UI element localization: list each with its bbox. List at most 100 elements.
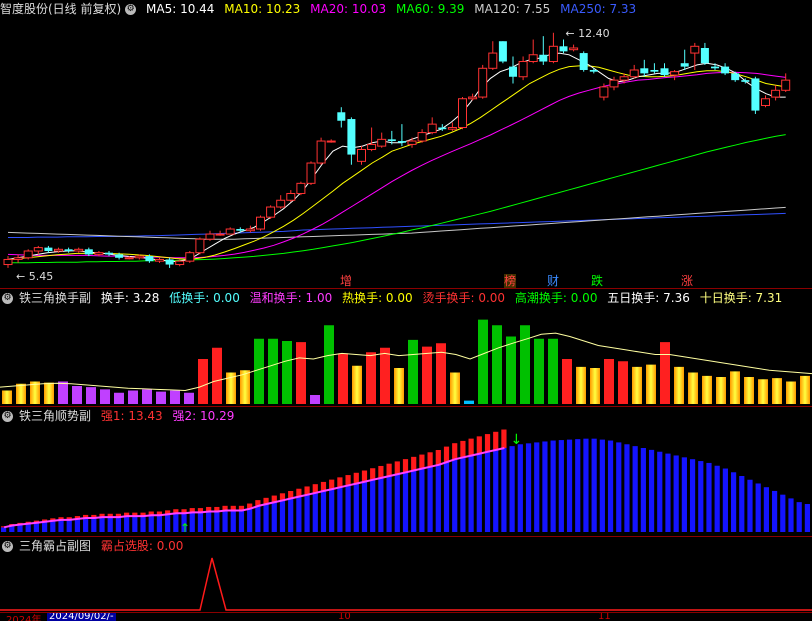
turnover-bar (170, 390, 180, 404)
trend-bar (222, 510, 228, 532)
event-tag-die[interactable]: 跌 (591, 274, 603, 288)
candle-body (539, 54, 548, 62)
candle-body (498, 41, 507, 62)
trend-bar (238, 510, 245, 532)
trend-bar (206, 511, 212, 532)
turnover-bar (520, 325, 530, 404)
gear-icon[interactable]: ⚙ (2, 411, 13, 422)
panel2-title[interactable]: 铁三角顺势副 (19, 409, 91, 423)
climax-turnover-value: 高潮换手: 0.00 (514, 291, 598, 305)
trend-bar (583, 438, 589, 532)
candle-body (700, 47, 709, 64)
turnover-bar (758, 379, 768, 404)
turnover-bar (534, 338, 544, 404)
candle-body (84, 249, 93, 255)
trend-bar (714, 465, 720, 532)
candle-body (468, 96, 478, 100)
ma10-value: MA10: 10.23 (224, 2, 301, 16)
trend-bar (468, 455, 474, 532)
trend-bar (780, 494, 786, 532)
scorching-turnover-value: 烫手换手: 0.00 (422, 291, 506, 305)
turnover-bar (16, 383, 26, 404)
candle-body (155, 258, 164, 262)
trend-bar (771, 490, 778, 532)
gear-icon[interactable]: ⚙ (2, 541, 13, 552)
trend-strong-band (394, 461, 400, 475)
candle-body (488, 52, 498, 69)
trend-bar (698, 461, 704, 532)
trend-bar (58, 519, 64, 532)
trend-strong-band (370, 468, 376, 480)
trend-strong-band (361, 470, 368, 482)
trend-bar (435, 464, 441, 532)
turnover-bar (352, 365, 362, 404)
trend-bar (443, 462, 450, 532)
stock-title[interactable]: 智度股份(日线 前复权) (0, 2, 121, 16)
trend-bar (722, 468, 728, 532)
panel2-header: ⚙ 铁三角顺势副 强1: 13.43 强2: 10.29 (0, 407, 240, 425)
turnover-bar (716, 377, 726, 404)
trend-bar (558, 440, 564, 532)
turnover-bar (86, 387, 96, 404)
candlestick-chart[interactable]: ← 12.40 ← 5.45 (0, 18, 812, 288)
trend-bar (378, 477, 384, 532)
trend-bar (788, 498, 794, 532)
trend-bar (197, 512, 204, 532)
buy-marker-icon: ↑ (180, 521, 190, 535)
turnover-bar (492, 325, 502, 404)
trend-bar (91, 518, 97, 532)
panel1-title[interactable]: 铁三角换手副 (19, 291, 91, 305)
event-tag-zeng[interactable]: 增 (340, 274, 352, 288)
ten-day-turnover-value: 十日换手: 7.31 (699, 291, 783, 305)
candle-body (115, 254, 124, 258)
turnover-bar (408, 339, 418, 404)
candle-body (741, 80, 750, 82)
signal-chart[interactable] (0, 554, 812, 614)
trend-chart[interactable]: ↓↑ (0, 424, 812, 536)
trend-bar (575, 439, 581, 532)
gear-icon[interactable]: ⚙ (2, 293, 13, 304)
candle-body (387, 139, 396, 142)
trend-bar (83, 518, 89, 532)
candle-body (731, 73, 740, 81)
trend-bar (796, 502, 802, 532)
event-tag-cai[interactable]: 财 (547, 274, 559, 288)
turnover-bar (786, 381, 796, 404)
candle-body (225, 228, 235, 235)
trend-bar (329, 489, 335, 532)
trend-bar (648, 449, 655, 532)
trend-bar (632, 446, 638, 532)
event-tag-zhang[interactable]: 涨 (681, 274, 693, 288)
candle-body (316, 140, 326, 164)
trend-strong-band (411, 456, 417, 471)
trend-strong-band (435, 450, 441, 465)
candle-body (377, 138, 387, 147)
candle-body (751, 78, 760, 111)
trend-strong-band (460, 440, 466, 458)
turnover-bar (380, 347, 390, 404)
trend-bar (370, 479, 376, 532)
turnover-bar (268, 338, 278, 404)
turnover-chart[interactable] (0, 306, 812, 406)
turnover-bar (450, 372, 460, 404)
candle-body (236, 229, 245, 231)
candle-body (690, 45, 700, 54)
candle-body (357, 149, 366, 162)
event-tag-bang[interactable]: 榜 (504, 274, 517, 288)
candle-body (367, 143, 377, 151)
candle-body (33, 247, 43, 252)
candle-body (721, 66, 730, 74)
candle-body (781, 79, 791, 91)
trend-bar (665, 453, 671, 532)
turnover-bar (800, 375, 810, 404)
turnover-bar (674, 366, 684, 404)
candle-body (124, 257, 134, 260)
price-high-label: ← 12.40 (565, 27, 609, 40)
turnover-bar (576, 366, 586, 404)
candle-body (438, 127, 447, 130)
panel3-title[interactable]: 三角霸占副图 (19, 539, 91, 553)
trend-bar (156, 515, 163, 532)
candle-body (276, 199, 286, 208)
gear-icon[interactable]: ⚙ (125, 4, 137, 15)
trend-bar (739, 476, 745, 532)
